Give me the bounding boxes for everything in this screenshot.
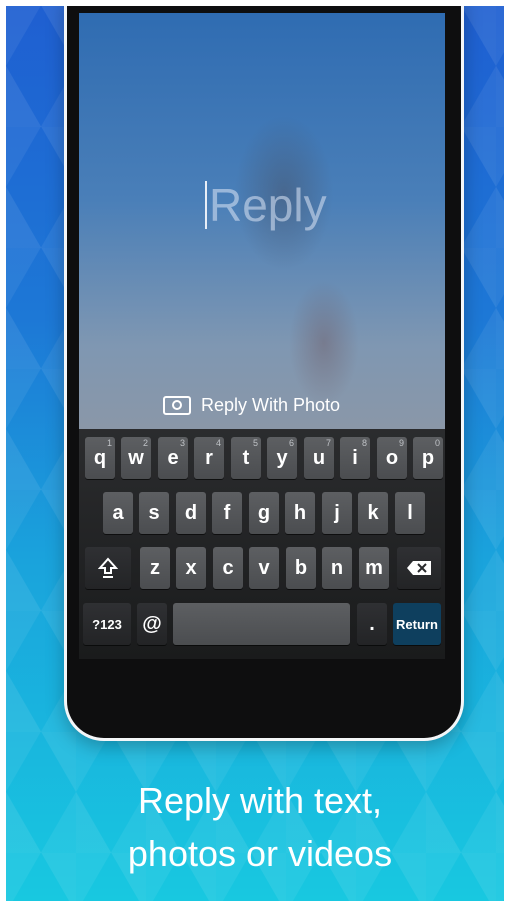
key-hint: 3 bbox=[179, 438, 185, 448]
key-hint: 0 bbox=[434, 438, 440, 448]
period-key[interactable]: . bbox=[357, 603, 387, 645]
key-k[interactable]: k bbox=[358, 492, 388, 534]
key-v[interactable]: v bbox=[249, 547, 279, 589]
phone-frame: Reply Reply With Photo q1 w2 e3 r4 t5 y6… bbox=[64, 6, 464, 741]
key-a[interactable]: a bbox=[103, 492, 133, 534]
return-key[interactable]: Return bbox=[393, 603, 441, 645]
key-c[interactable]: c bbox=[213, 547, 243, 589]
key-y[interactable]: y6 bbox=[267, 437, 297, 479]
key-x[interactable]: x bbox=[176, 547, 206, 589]
camera-icon bbox=[163, 395, 191, 415]
symbols-key[interactable]: ?123 bbox=[83, 603, 131, 645]
key-e[interactable]: e3 bbox=[158, 437, 188, 479]
shift-icon bbox=[98, 557, 118, 578]
key-p[interactable]: p0 bbox=[413, 437, 443, 479]
key-n[interactable]: n bbox=[322, 547, 352, 589]
reply-with-photo-button[interactable]: Reply With Photo bbox=[163, 390, 340, 420]
photo-preview: Reply Reply With Photo bbox=[79, 13, 445, 429]
key-w[interactable]: w2 bbox=[121, 437, 151, 479]
key-hint: 9 bbox=[398, 438, 404, 448]
key-hint: 4 bbox=[215, 438, 221, 448]
key-o[interactable]: o9 bbox=[377, 437, 407, 479]
backspace-key[interactable] bbox=[397, 547, 441, 589]
key-hint: 6 bbox=[288, 438, 294, 448]
at-key[interactable]: @ bbox=[137, 603, 167, 645]
key-hint: 7 bbox=[325, 438, 331, 448]
key-i[interactable]: i8 bbox=[340, 437, 370, 479]
keyboard: q1 w2 e3 r4 t5 y6 u7 i8 o9 p0 a s d f g … bbox=[79, 429, 445, 659]
key-u[interactable]: u7 bbox=[304, 437, 334, 479]
shift-key[interactable] bbox=[85, 547, 131, 589]
text-cursor bbox=[205, 181, 207, 229]
key-hint: 1 bbox=[106, 438, 112, 448]
reply-input[interactable]: Reply bbox=[205, 178, 405, 232]
key-s[interactable]: s bbox=[139, 492, 169, 534]
phone-screen: Reply Reply With Photo q1 w2 e3 r4 t5 y6… bbox=[79, 13, 445, 659]
key-r[interactable]: r4 bbox=[194, 437, 224, 479]
space-key[interactable] bbox=[173, 603, 350, 645]
key-d[interactable]: d bbox=[176, 492, 206, 534]
key-m[interactable]: m bbox=[359, 547, 389, 589]
key-l[interactable]: l bbox=[395, 492, 425, 534]
tagline-line-1: Reply with text, bbox=[137, 780, 383, 821]
key-hint: 8 bbox=[361, 438, 367, 448]
key-b[interactable]: b bbox=[286, 547, 316, 589]
reply-placeholder: Reply bbox=[209, 179, 327, 231]
reply-with-photo-label: Reply With Photo bbox=[201, 394, 341, 415]
key-t[interactable]: t5 bbox=[231, 437, 261, 479]
key-g[interactable]: g bbox=[249, 492, 279, 534]
key-q[interactable]: q1 bbox=[85, 437, 115, 479]
backspace-icon bbox=[407, 561, 431, 575]
key-h[interactable]: h bbox=[285, 492, 315, 534]
key-j[interactable]: j bbox=[322, 492, 352, 534]
key-hint: 5 bbox=[252, 438, 258, 448]
promo-background: Reply Reply With Photo q1 w2 e3 r4 t5 y6… bbox=[6, 6, 504, 901]
key-z[interactable]: z bbox=[140, 547, 170, 589]
key-f[interactable]: f bbox=[212, 492, 242, 534]
tagline-line-2: photos or videos bbox=[127, 833, 393, 874]
key-hint: 2 bbox=[142, 438, 148, 448]
